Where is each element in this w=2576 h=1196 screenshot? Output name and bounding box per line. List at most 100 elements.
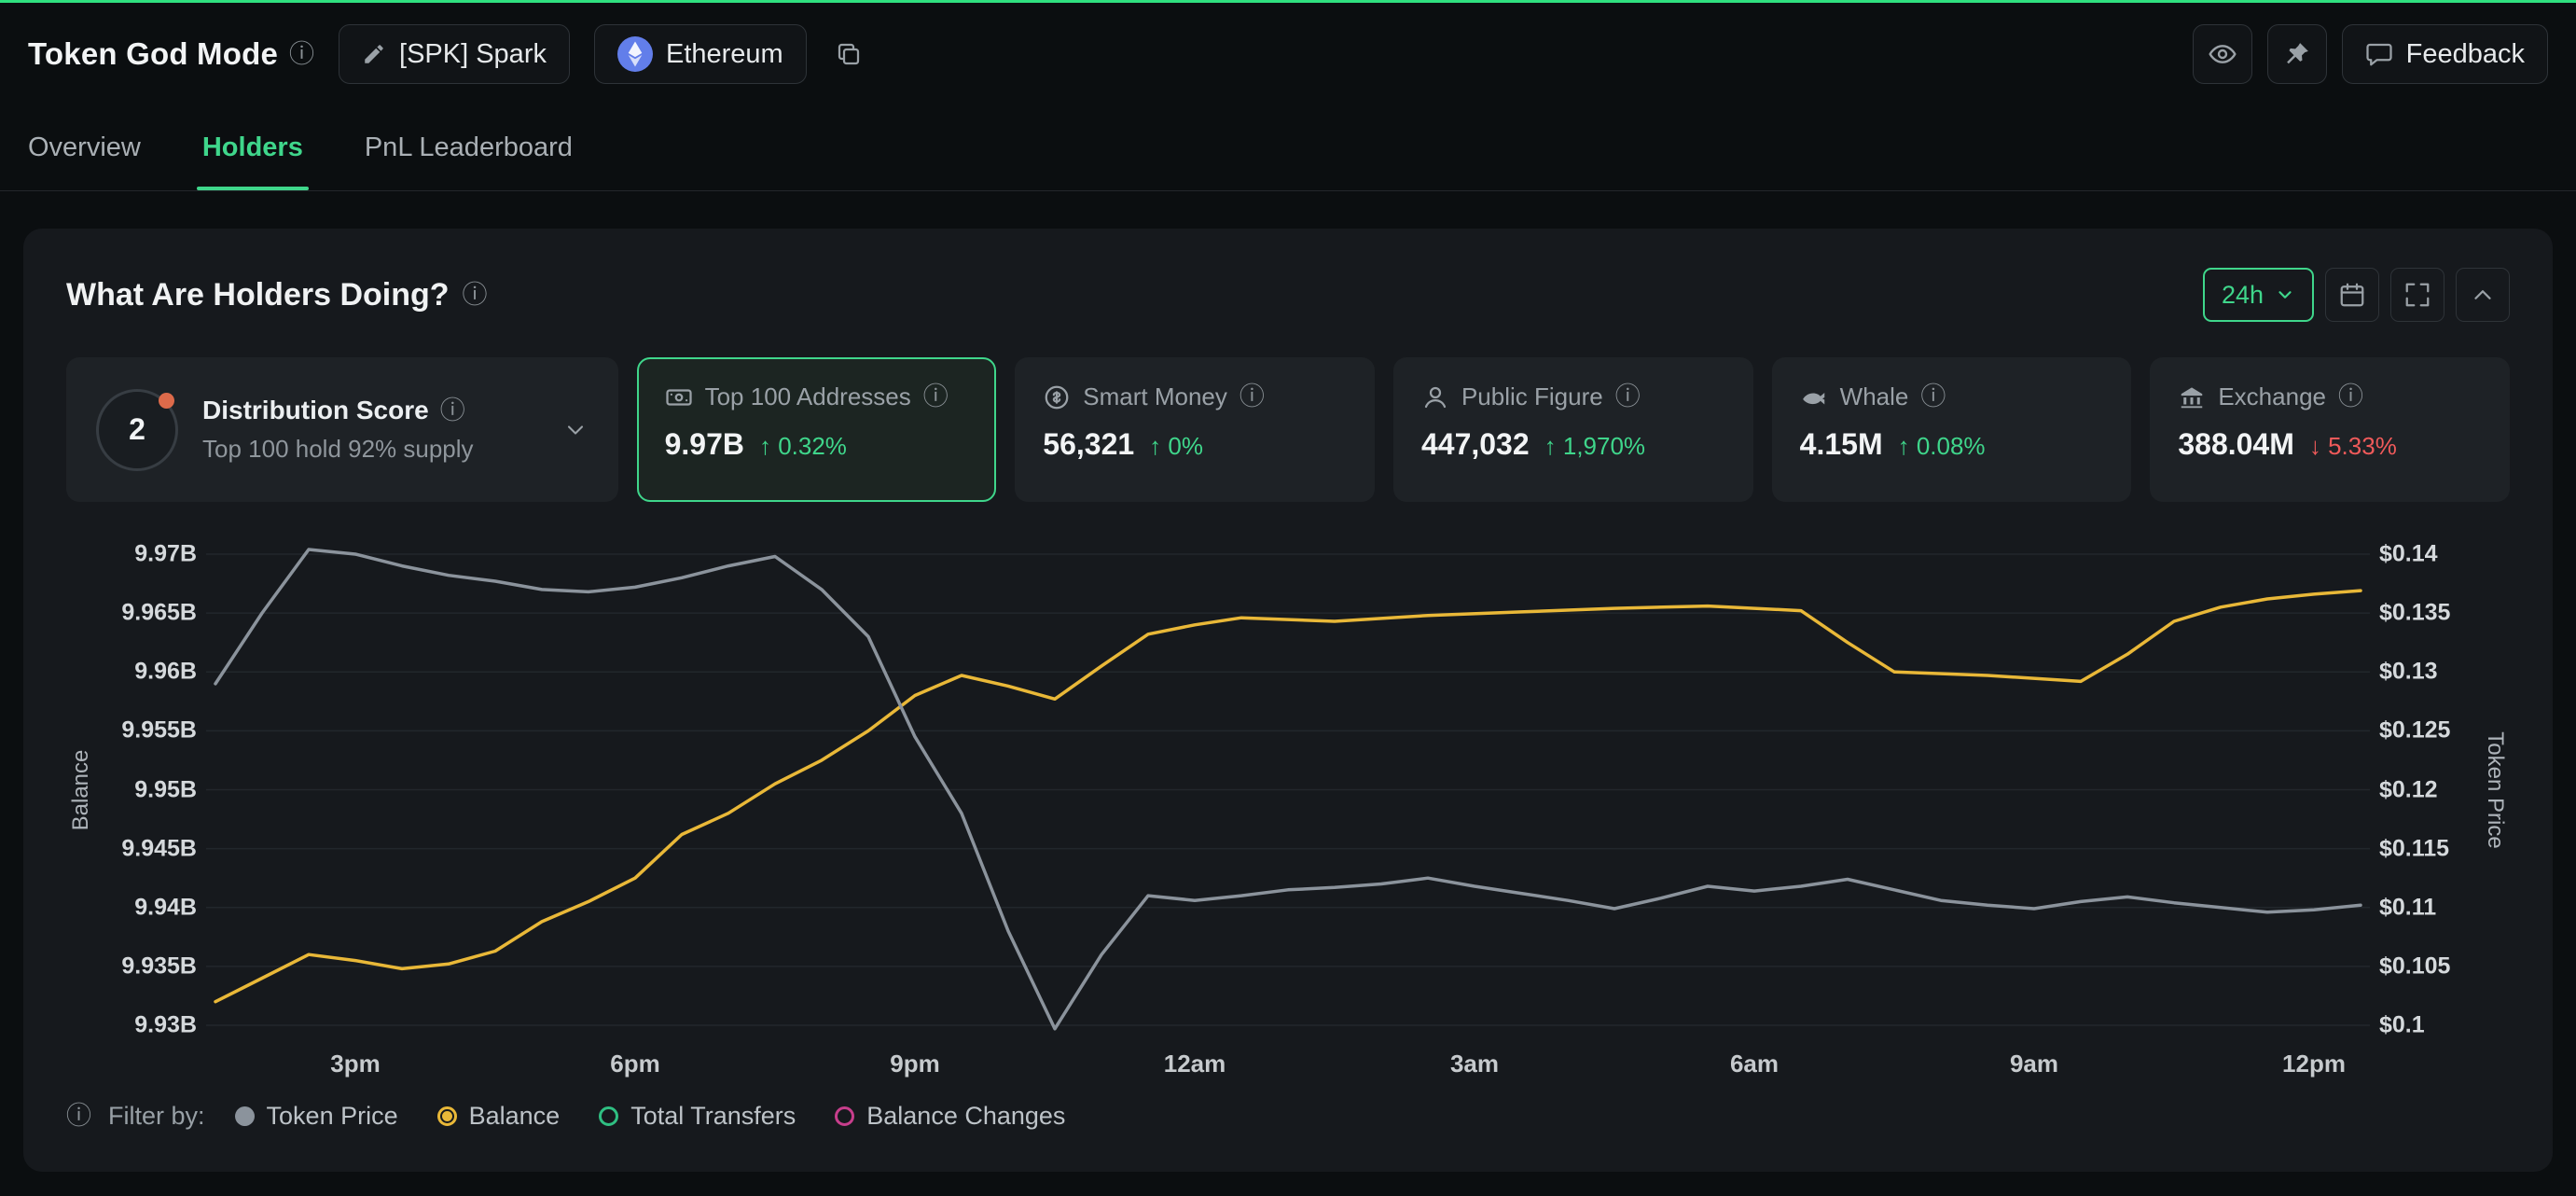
y-tick-label: $0.125 [2379, 717, 2450, 744]
x-tick-label: 6pm [610, 1050, 659, 1078]
stat-value: 9.97B [665, 427, 744, 462]
stat-card-top100[interactable]: Top 100 Addresses ⓘ 9.97B ↑ 0.32% [637, 357, 997, 502]
info-icon[interactable]: ⓘ [66, 1104, 91, 1129]
token-select-button[interactable]: [SPK] Spark [339, 24, 570, 84]
y-tick-label: $0.12 [2379, 776, 2438, 803]
holders-panel: What Are Holders Doing? ⓘ 24h 2 [23, 229, 2553, 1172]
stat-value: 447,032 [1421, 427, 1530, 462]
filter-token-price[interactable]: Token Price [235, 1102, 398, 1131]
right-axis-title: Token Price [2482, 731, 2508, 848]
pin-icon [2283, 40, 2311, 68]
info-icon[interactable]: ⓘ [440, 398, 465, 424]
page-title: Token God Mode [28, 36, 278, 72]
token-price-dot-icon [235, 1106, 255, 1126]
distribution-score-subtitle: Top 100 hold 92% supply [202, 435, 474, 464]
x-tick-label: 9am [2010, 1050, 2058, 1078]
panel-header: What Are Holders Doing? ⓘ 24h [66, 268, 2510, 322]
x-tick-label: 12pm [2282, 1050, 2346, 1078]
y-tick-label: $0.11 [2379, 894, 2436, 921]
chain-select-button[interactable]: Ethereum [594, 24, 807, 84]
tab-pnl-leaderboard[interactable]: PnL Leaderboard [365, 105, 573, 190]
stat-change: ↑ 0.08% [1898, 432, 1986, 461]
eye-icon [2208, 39, 2237, 69]
tab-holders[interactable]: Holders [202, 105, 303, 190]
ethereum-icon [617, 36, 653, 72]
x-tick-label: 9pm [890, 1050, 939, 1078]
info-icon[interactable]: ⓘ [1615, 384, 1641, 410]
filter-label: Total Transfers [630, 1102, 796, 1131]
filter-label: Balance [469, 1102, 561, 1131]
filter-by-label: Filter by: [108, 1102, 205, 1131]
collapse-button[interactable] [2456, 268, 2510, 322]
distribution-score-value: 2 [129, 412, 145, 447]
info-icon[interactable]: ⓘ [463, 283, 488, 308]
y-tick-label: 9.94B [134, 894, 197, 921]
balance-changes-dot-icon [835, 1106, 854, 1126]
chat-icon [2365, 40, 2393, 68]
chevron-down-icon[interactable] [562, 417, 589, 443]
y-tick-label: 9.95B [134, 776, 197, 803]
feedback-button[interactable]: Feedback [2342, 24, 2548, 84]
info-icon[interactable]: ⓘ [289, 42, 314, 67]
info-icon[interactable]: ⓘ [2338, 384, 2363, 410]
token-select-label: [SPK] Spark [399, 39, 547, 70]
pencil-icon [362, 42, 386, 66]
y-tick-label: $0.13 [2379, 659, 2438, 686]
calendar-button[interactable] [2325, 268, 2379, 322]
stat-label: Top 100 Addresses [705, 382, 911, 411]
distribution-score-label: Distribution Score [202, 396, 429, 425]
filter-balance-changes[interactable]: Balance Changes [835, 1102, 1065, 1131]
stat-card-smart-money[interactable]: Smart Money ⓘ 56,321 ↑ 0% [1015, 357, 1375, 502]
chart-plot-area[interactable]: 3pm6pm9pm12am3am6am9am12pm [206, 554, 2370, 1078]
tab-overview[interactable]: Overview [28, 105, 141, 190]
timeframe-dropdown[interactable]: 24h [2203, 268, 2314, 322]
cash-icon [665, 383, 693, 411]
panel-title: What Are Holders Doing? [66, 277, 450, 313]
y-tick-label: 9.935B [121, 953, 197, 980]
x-tick-label: 6am [1730, 1050, 1779, 1078]
total-transfers-dot-icon [599, 1106, 618, 1126]
panel-controls: 24h [2203, 268, 2510, 322]
filter-label: Balance Changes [866, 1102, 1065, 1131]
chevron-up-icon [2469, 281, 2497, 309]
main-tabbar: Overview Holders PnL Leaderboard [0, 105, 2576, 191]
right-axis: Token Price $0.14$0.135$0.13$0.125$0.12$… [2370, 554, 2510, 1025]
stat-card-public-figure[interactable]: Public Figure ⓘ 447,032 ↑ 1,970% [1393, 357, 1753, 502]
stat-label: Whale [1840, 382, 1909, 411]
stat-card-whale[interactable]: Whale ⓘ 4.15M ↑ 0.08% [1772, 357, 2132, 502]
x-tick-label: 3pm [330, 1050, 380, 1078]
stat-cards-row: 2 Distribution Score ⓘ Top 100 hold 92% … [66, 357, 2510, 502]
stat-value: 56,321 [1043, 427, 1134, 462]
expand-icon [2403, 281, 2431, 309]
timeframe-value: 24h [2222, 281, 2264, 310]
stat-value: 4.15M [1800, 427, 1883, 462]
info-icon[interactable]: ⓘ [1920, 384, 1946, 410]
y-tick-label: $0.135 [2379, 600, 2450, 627]
chart-canvas[interactable] [206, 554, 2370, 1025]
filter-balance[interactable]: Balance [437, 1102, 561, 1131]
y-tick-label: 9.93B [134, 1012, 197, 1039]
chart-filter-bar: ⓘ Filter by: Token Price Balance Total T… [66, 1102, 2510, 1131]
y-tick-label: $0.14 [2379, 541, 2438, 568]
filter-total-transfers[interactable]: Total Transfers [599, 1102, 796, 1131]
info-icon[interactable]: ⓘ [1240, 384, 1265, 410]
bank-icon [2178, 383, 2206, 411]
left-axis-title: Balance [68, 749, 94, 830]
watch-button[interactable] [2193, 24, 2252, 84]
distribution-score-card[interactable]: 2 Distribution Score ⓘ Top 100 hold 92% … [66, 357, 618, 502]
pin-button[interactable] [2267, 24, 2327, 84]
filter-label: Token Price [267, 1102, 398, 1131]
x-tick-label: 12am [1164, 1050, 1226, 1078]
stat-card-exchange[interactable]: Exchange ⓘ 388.04M ↓ 5.33% [2150, 357, 2510, 502]
page-title-wrap: Token God Mode ⓘ [28, 36, 314, 72]
stat-change: ↓ 5.33% [2309, 432, 2397, 461]
person-icon [1421, 383, 1449, 411]
stat-label: Exchange [2218, 382, 2326, 411]
info-icon[interactable]: ⓘ [923, 384, 949, 410]
balance-dot-icon [437, 1106, 457, 1126]
y-tick-label: 9.97B [134, 541, 197, 568]
fullscreen-button[interactable] [2390, 268, 2444, 322]
copy-address-button[interactable] [831, 24, 866, 84]
y-tick-label: $0.115 [2379, 835, 2449, 862]
stat-change: ↑ 0% [1149, 432, 1203, 461]
